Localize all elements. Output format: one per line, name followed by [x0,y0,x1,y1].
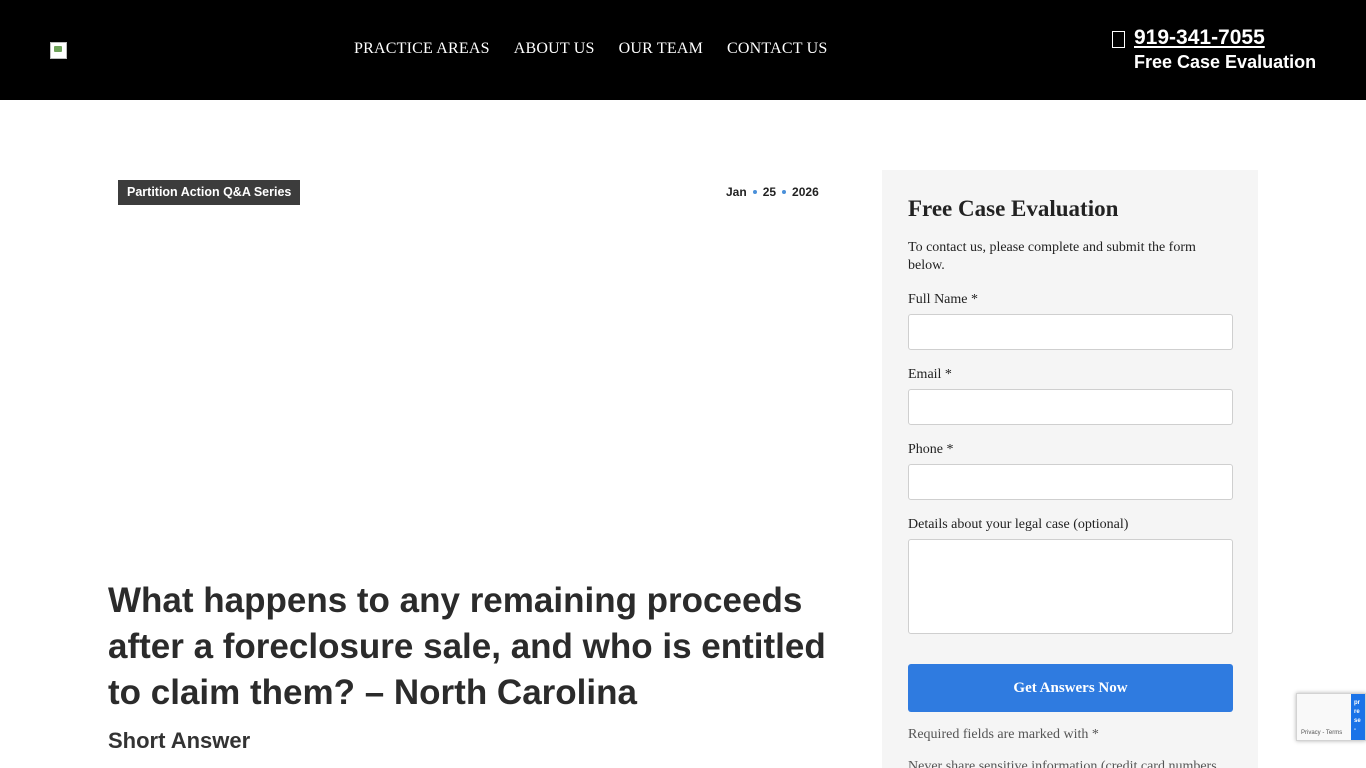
broken-image-icon[interactable] [50,42,67,59]
post-date: Jan 25 2026 [726,185,819,199]
phone-label: Phone * [908,442,954,457]
main-nav: PRACTICE AREAS ABOUT US OUR TEAM CONTACT… [354,40,827,58]
recaptcha-links[interactable]: Privacy - Terms [1301,730,1342,736]
date-separator-dot [752,190,757,194]
sensitive-info-note: Never share sensitive information (credi… [908,759,1217,768]
get-answers-button[interactable]: Get Answers Now [908,664,1233,712]
site-header: PRACTICE AREAS ABOUT US OUR TEAM CONTACT… [0,0,1366,100]
recaptcha-badge[interactable]: pr re se - Privacy - Terms [1296,693,1366,741]
email-input[interactable] [908,389,1233,425]
case-evaluation-form: Free Case Evaluation To contact us, plea… [882,170,1258,768]
date-year: 2026 [792,185,819,199]
nav-our-team[interactable]: OUR TEAM [619,40,703,58]
nav-practice-areas[interactable]: PRACTICE AREAS [354,40,490,58]
phone-link[interactable]: 919-341-7055 [1134,26,1265,50]
form-title: Free Case Evaluation [908,196,1119,221]
nav-about-us[interactable]: ABOUT US [514,40,595,58]
section-heading: Short Answer [108,728,251,753]
full-name-label: Full Name * [908,292,978,307]
recaptcha-badge-line: - [1354,727,1356,733]
phone-subtitle: Free Case Evaluation [1134,52,1317,72]
date-month: Jan [726,185,747,199]
recaptcha-badge-line: pr [1354,700,1360,706]
recaptcha-badge-line: se [1354,718,1361,724]
date-day: 25 [762,185,777,199]
phone-icon [1112,31,1125,48]
recaptcha-badge-line: re [1354,709,1360,715]
details-label: Details about your legal case (optional) [908,517,1129,532]
form-intro: To contact us, please complete and submi… [908,240,1196,273]
page-title: What happens to any remaining proceeds a… [108,581,826,712]
date-separator-dot [782,190,787,194]
category-tag[interactable]: Partition Action Q&A Series [118,180,301,205]
full-name-input[interactable] [908,314,1233,350]
email-label: Email * [908,367,952,382]
required-note: Required fields are marked with * [908,727,1099,742]
phone-input[interactable] [908,464,1233,500]
details-textarea[interactable] [908,539,1233,634]
nav-contact-us[interactable]: CONTACT US [727,40,827,58]
recaptcha-logo-icon: pr re se - [1351,694,1365,740]
